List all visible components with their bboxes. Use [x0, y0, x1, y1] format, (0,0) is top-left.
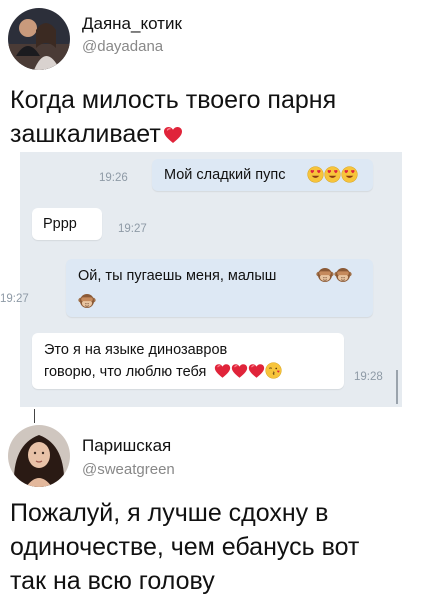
- message-time: 19:27: [0, 293, 29, 305]
- author-name[interactable]: Паришская: [82, 436, 171, 456]
- author-name[interactable]: Даяна_котик: [82, 14, 182, 34]
- see-no-evil-monkey-icon: [78, 292, 96, 310]
- tweet-text-line: Когда милость твоего парня: [10, 86, 337, 114]
- tweet-text: Когда милость твоего парня зашкаливает: [10, 83, 336, 151]
- chat-screenshot: 19:26 Мой сладкий пупс Рррр 19:27 19:27 …: [0, 152, 402, 407]
- message-text: Мой сладкий пупс: [164, 167, 286, 183]
- red-heart-icon: [163, 126, 183, 144]
- author-handle[interactable]: @sweatgreen: [82, 461, 175, 478]
- heart-eyes-icon: [324, 166, 341, 183]
- tweet-text-line: Пожалуй, я лучше сдохну в: [10, 499, 329, 527]
- message-text: Рррр: [43, 216, 77, 232]
- thread-connector: [34, 409, 35, 423]
- avatar-dayadana[interactable]: [8, 8, 70, 70]
- tweet-text-line: так на всю голову: [10, 567, 215, 595]
- heart-eyes-icon: [307, 166, 324, 183]
- tweet-text-line: одиночестве, чем ебанусь вот: [10, 533, 360, 561]
- message-bubble-outgoing[interactable]: Мой сладкий пупс: [152, 159, 373, 191]
- tweet-text: Пожалуй, я лучше сдохну в одиночестве, ч…: [10, 496, 359, 598]
- avatar-sweatgreen[interactable]: [8, 425, 70, 487]
- message-bubble-outgoing[interactable]: Ой, ты пугаешь меня, малыш: [66, 259, 373, 317]
- message-time: 19:27: [118, 223, 147, 235]
- red-heart-icon: [231, 363, 248, 379]
- red-heart-icon: [248, 363, 265, 379]
- scrollbar-thumb[interactable]: [396, 370, 398, 404]
- heart-eyes-icon: [341, 166, 358, 183]
- message-time: 19:28: [354, 371, 383, 383]
- kissing-face-icon: [265, 362, 282, 379]
- author-handle[interactable]: @dayadana: [82, 38, 163, 55]
- message-text: Ой, ты пугаешь меня, малыш: [78, 268, 277, 284]
- see-no-evil-monkey-icon: [334, 266, 352, 284]
- message-text: Это я на языке динозавров: [44, 342, 228, 358]
- message-bubble-incoming[interactable]: Это я на языке динозавров говорю, что лю…: [32, 333, 344, 389]
- red-heart-icon: [214, 363, 231, 379]
- message-text: говорю, что люблю тебя: [44, 362, 282, 382]
- tweet-text-line: зашкаливает: [10, 117, 336, 151]
- message-bubble-incoming[interactable]: Рррр: [32, 208, 102, 240]
- message-time: 19:26: [99, 172, 128, 184]
- see-no-evil-monkey-icon: [316, 266, 334, 284]
